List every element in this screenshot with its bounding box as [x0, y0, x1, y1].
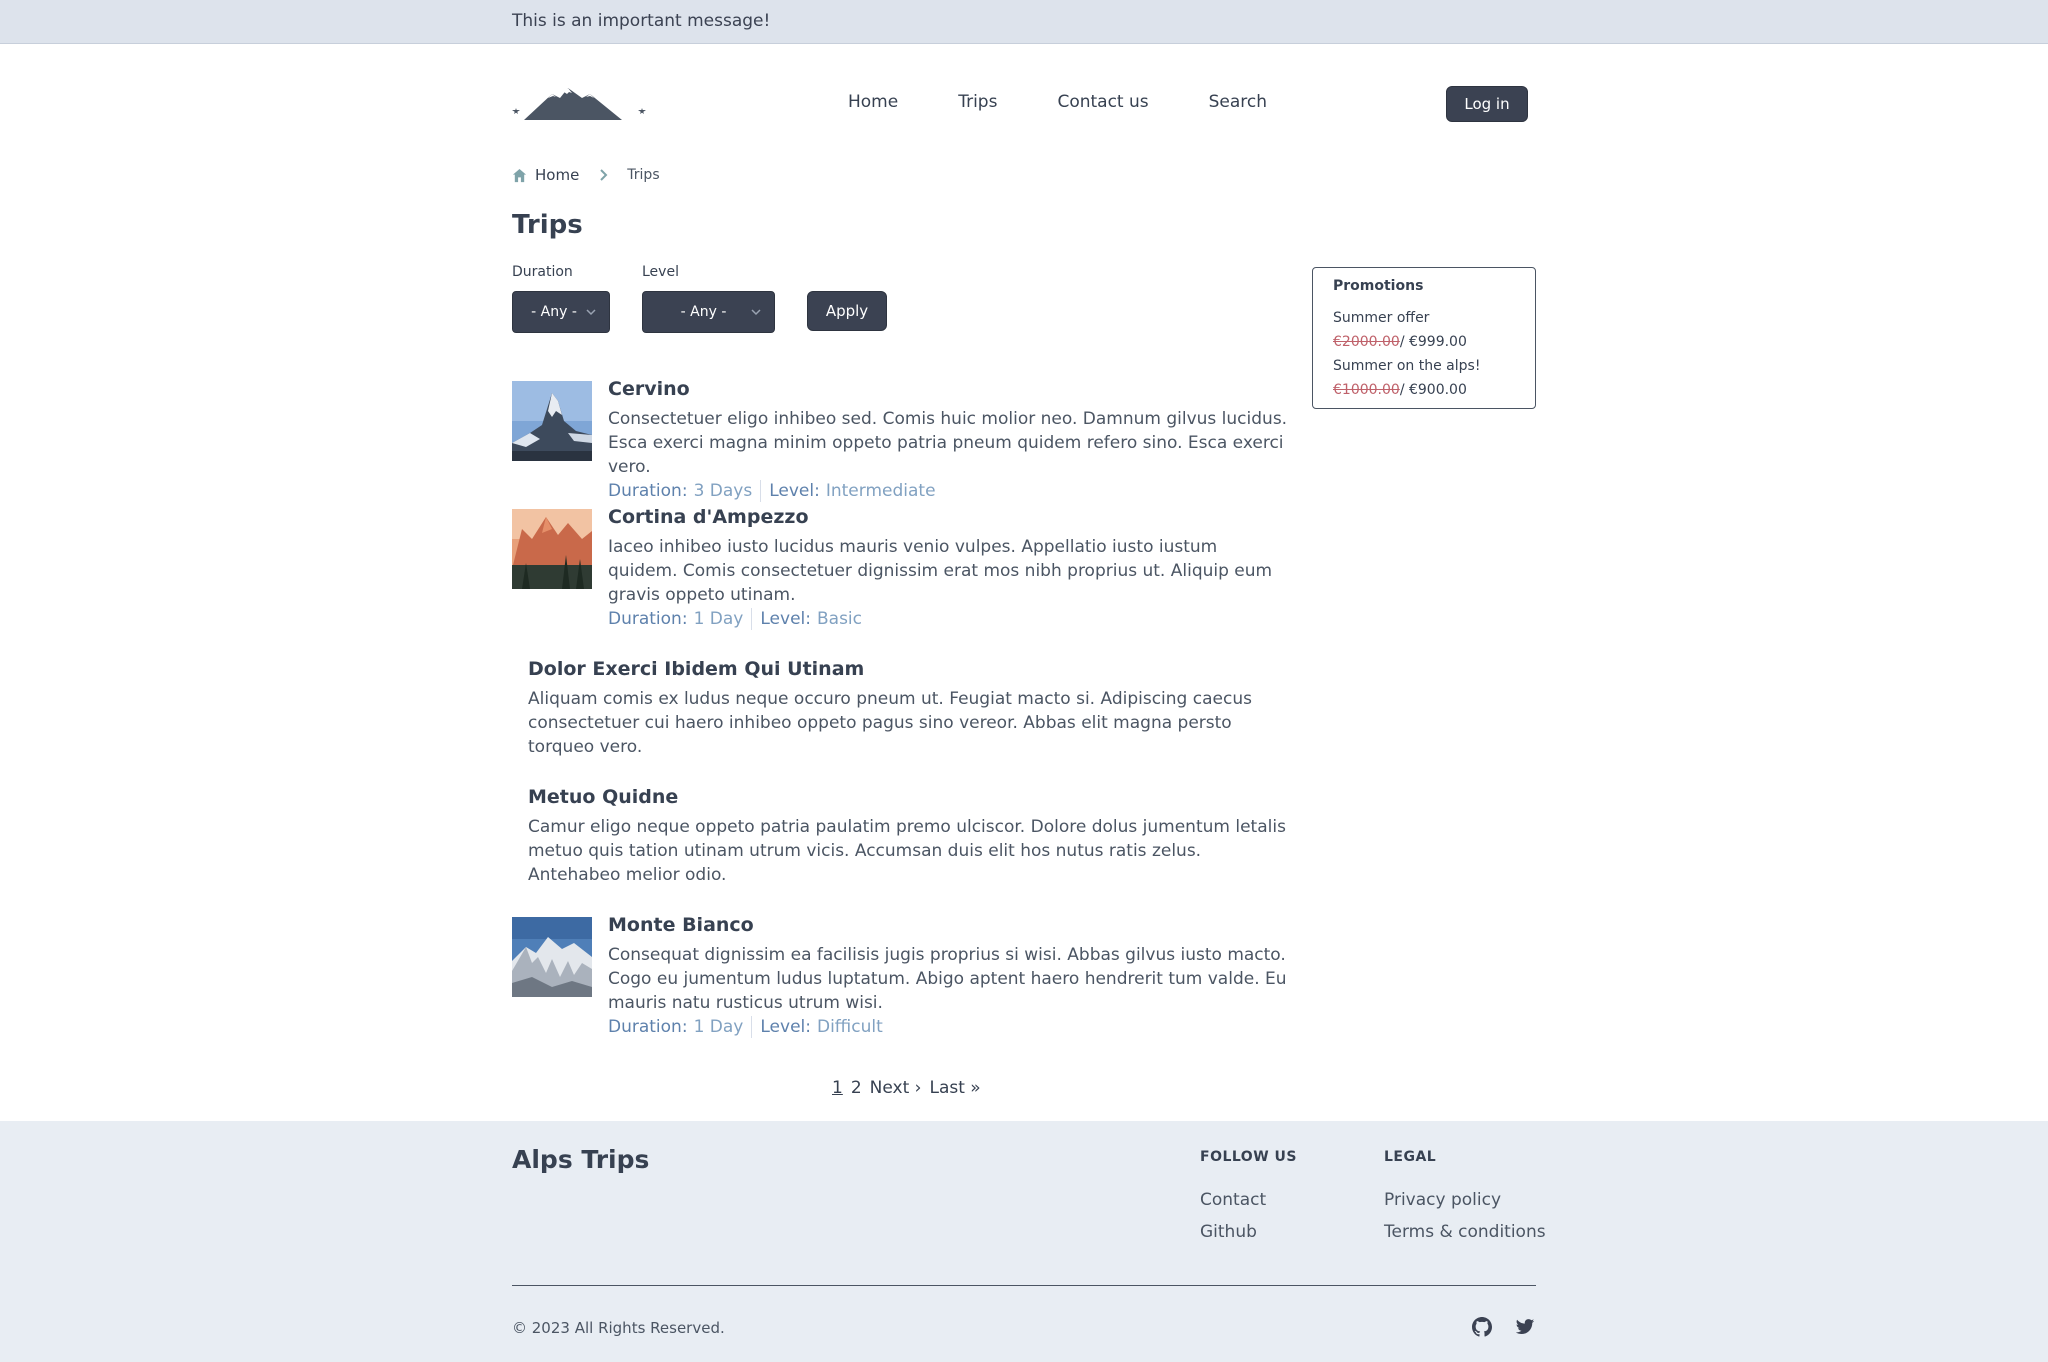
level-filter-label: Level — [642, 264, 679, 280]
trip-image-cortina[interactable] — [512, 509, 592, 589]
breadcrumb: Home Trips — [512, 166, 660, 184]
promotion-name[interactable]: Summer on the alps! — [1333, 354, 1515, 378]
site-footer: Alps Trips FOLLOW US Contact Github LEGA… — [0, 1121, 2048, 1362]
duration-select[interactable]: - Any - — [512, 291, 610, 333]
meta-divider — [751, 1016, 753, 1038]
trip-item-metuo-quidne: Metuo Quidne Camur eligo neque oppeto pa… — [512, 785, 1292, 885]
trip-description: Iaceo inhibeo iusto lucidus mauris venio… — [608, 537, 1273, 605]
page-title: Trips — [512, 210, 583, 240]
duration-label: Duration: — [608, 481, 688, 501]
footer-link-contact[interactable]: Contact — [1200, 1190, 1266, 1210]
pager-current-page[interactable]: 1 — [832, 1078, 843, 1098]
chevron-down-icon — [586, 309, 596, 316]
nav-home[interactable]: Home — [848, 92, 898, 112]
meta-divider — [760, 480, 762, 502]
footer-link-privacy[interactable]: Privacy policy — [1384, 1190, 1501, 1210]
trip-body: Monte Bianco Consequat dignissim ea faci… — [608, 913, 1292, 1039]
announcement-bar: This is an important message! — [0, 0, 2048, 44]
trip-body: Metuo Quidne Camur eligo neque oppeto pa… — [528, 785, 1292, 887]
trip-title[interactable]: Cervino — [608, 377, 1292, 401]
apply-button[interactable]: Apply — [807, 291, 887, 331]
promotion-name[interactable]: Summer offer — [1333, 306, 1515, 330]
promotion-new-price: / €999.00 — [1399, 334, 1467, 350]
nav-search[interactable]: Search — [1209, 92, 1267, 112]
login-button[interactable]: Log in — [1446, 86, 1528, 122]
promotions-box: Promotions Summer offer €2000.00/ €999.0… — [1312, 267, 1536, 409]
trip-description: Consectetuer eligo inhibeo sed. Comis hu… — [608, 409, 1288, 477]
duration-filter-label: Duration — [512, 264, 573, 280]
trip-image-cervino[interactable] — [512, 381, 592, 461]
site-logo[interactable] — [512, 84, 646, 124]
chevron-right-icon — [600, 169, 608, 181]
trip-item-monte-bianco: Monte Bianco Consequat dignissim ea faci… — [512, 913, 1292, 1038]
copyright: © 2023 All Rights Reserved. — [512, 1319, 725, 1337]
trip-item-dolor-exerci: Dolor Exerci Ibidem Qui Utinam Aliquam c… — [512, 657, 1292, 757]
promotion-old-price: €1000.00 — [1333, 382, 1400, 398]
footer-brand: Alps Trips — [512, 1145, 650, 1174]
level-value: Intermediate — [825, 481, 936, 501]
duration-value: 3 Days — [693, 481, 753, 501]
level-label: Level: — [760, 609, 811, 629]
level-select-value: - Any - — [680, 304, 727, 320]
promotions-heading: Promotions — [1333, 278, 1424, 294]
trip-meta: Duration: 1 Day Level: Difficult — [608, 1015, 1292, 1039]
trip-title[interactable]: Dolor Exerci Ibidem Qui Utinam — [528, 657, 1292, 681]
trip-meta: Duration: 3 Days Level: Intermediate — [608, 479, 1292, 503]
level-value: Basic — [816, 609, 862, 629]
breadcrumb-home-link[interactable]: Home — [535, 166, 579, 184]
main-nav: Home Trips Contact us Search — [848, 92, 1327, 112]
twitter-icon[interactable] — [1515, 1317, 1535, 1337]
trip-body: Cortina d'Ampezzo Iaceo inhibeo iusto lu… — [608, 505, 1292, 631]
trip-item-cortina: Cortina d'Ampezzo Iaceo inhibeo iusto lu… — [512, 505, 1292, 630]
trip-body: Cervino Consectetuer eligo inhibeo sed. … — [608, 377, 1292, 503]
nav-trips[interactable]: Trips — [958, 92, 997, 112]
announcement-text: This is an important message! — [512, 11, 771, 31]
breadcrumb-current: Trips — [627, 167, 660, 183]
level-select[interactable]: - Any - — [642, 291, 775, 333]
chevron-down-icon — [751, 309, 761, 316]
promotion-old-price: €2000.00 — [1333, 334, 1400, 350]
footer-link-github[interactable]: Github — [1200, 1222, 1257, 1242]
trip-body: Dolor Exerci Ibidem Qui Utinam Aliquam c… — [528, 657, 1292, 759]
pager-last[interactable]: Last » — [929, 1078, 980, 1098]
home-icon — [512, 168, 527, 182]
github-icon[interactable] — [1472, 1317, 1492, 1337]
trip-description: Consequat dignissim ea facilisis jugis p… — [608, 945, 1287, 1013]
trip-title[interactable]: Metuo Quidne — [528, 785, 1292, 809]
promotion-price: €2000.00/ €999.00 — [1333, 330, 1515, 354]
footer-divider — [512, 1285, 1536, 1286]
duration-value: 1 Day — [693, 1017, 744, 1037]
duration-label: Duration: — [608, 609, 688, 629]
trip-meta: Duration: 1 Day Level: Basic — [608, 607, 1292, 631]
pagination: 1 2 Next › Last » — [832, 1078, 981, 1098]
pager-next[interactable]: Next › — [870, 1078, 922, 1098]
trip-image-monte-bianco[interactable] — [512, 917, 592, 997]
pager-page-2[interactable]: 2 — [851, 1078, 862, 1098]
meta-divider — [751, 608, 753, 630]
legal-heading: LEGAL — [1384, 1149, 1437, 1165]
trip-description: Aliquam comis ex ludus neque occuro pneu… — [528, 689, 1252, 757]
follow-us-heading: FOLLOW US — [1200, 1149, 1297, 1165]
nav-contact-us[interactable]: Contact us — [1057, 92, 1148, 112]
promotion-new-price: / €900.00 — [1399, 382, 1467, 398]
duration-select-value: - Any - — [531, 304, 577, 320]
level-value: Difficult — [816, 1017, 883, 1037]
promotion-price: €1000.00/ €900.00 — [1333, 378, 1515, 402]
footer-link-terms[interactable]: Terms & conditions — [1384, 1222, 1546, 1242]
trip-title[interactable]: Cortina d'Ampezzo — [608, 505, 1292, 529]
level-label: Level: — [769, 481, 820, 501]
trip-description: Camur eligo neque oppeto patria paulatim… — [528, 817, 1286, 885]
duration-value: 1 Day — [693, 609, 744, 629]
trip-title[interactable]: Monte Bianco — [608, 913, 1292, 937]
level-label: Level: — [760, 1017, 811, 1037]
trip-item-cervino: Cervino Consectetuer eligo inhibeo sed. … — [512, 377, 1292, 502]
duration-label: Duration: — [608, 1017, 688, 1037]
